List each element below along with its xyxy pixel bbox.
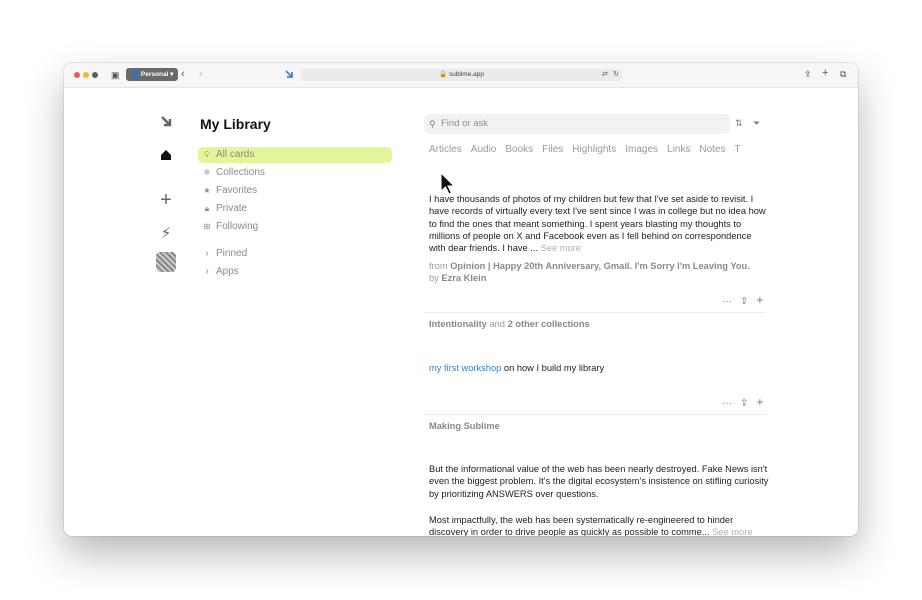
sidebar-item-private[interactable]: 🔒︎ Private — [198, 201, 247, 217]
sidebar-item-all-cards[interactable]: 💡︎ All cards — [198, 147, 392, 163]
more-icon[interactable]: ··· — [722, 296, 732, 307]
minimize-window-button[interactable] — [83, 72, 89, 78]
close-window-button[interactable] — [74, 72, 80, 78]
browser-window: ▣ 👤 Personal ▾ ‹ › 🔒 sublime.app ⇄ ↻ ⇪ +… — [64, 63, 858, 536]
new-tab-icon[interactable]: + — [822, 68, 828, 79]
from-prefix: from — [429, 261, 448, 271]
browser-toolbar: ▣ 👤 Personal ▾ ‹ › 🔒 sublime.app ⇄ ↻ ⇪ +… — [64, 63, 858, 88]
chevron-right-icon: › — [205, 248, 209, 259]
card-body[interactable]: my first workshop on how I build my libr… — [429, 362, 769, 374]
profile-button[interactable]: 👤 Personal ▾ — [126, 68, 179, 81]
author-name[interactable]: Ezra Klein — [441, 273, 486, 283]
filter-icon[interactable]: ⏷ — [753, 118, 760, 129]
mouse-cursor-icon — [440, 172, 456, 195]
sort-icon[interactable]: ⇅ — [735, 118, 743, 129]
back-icon[interactable]: ‹ — [181, 69, 185, 80]
translate-icon[interactable]: ⇄ — [602, 70, 608, 80]
sidebar-item-pinned[interactable]: › Pinned — [198, 246, 247, 262]
type-tabs: Articles Audio Books Files Highlights Images L… — [429, 144, 769, 160]
card-text: But the informational value of the web h… — [429, 464, 769, 499]
divider — [424, 312, 766, 313]
share-icon[interactable]: ⇪ — [804, 69, 812, 79]
avatar[interactable] — [156, 252, 176, 272]
page-title: My Library — [200, 116, 271, 132]
tab-books[interactable]: Books — [505, 144, 533, 155]
add-icon[interactable]: + — [756, 293, 763, 307]
profile-label: Personal — [140, 71, 169, 78]
card-text: I have thousands of photos of my childre… — [429, 194, 766, 254]
zoom-window-button[interactable] — [92, 72, 98, 78]
share-icon[interactable]: ⇪ — [740, 398, 748, 409]
sublime-favicon-icon — [285, 70, 293, 78]
address-bar[interactable]: 🔒 sublime.app — [301, 69, 622, 81]
add-icon[interactable]: + — [156, 190, 176, 210]
sidebar-item-label: Pinned — [216, 248, 248, 259]
tab-highlights[interactable]: Highlights — [572, 144, 616, 155]
sidebar-item-label: Favorites — [216, 185, 258, 196]
sidebar-item-collections[interactable]: ⁜ Collections — [198, 165, 265, 181]
collection-sep: and — [489, 319, 505, 329]
following-icon: ⊞ — [203, 222, 211, 231]
sidebar-item-apps[interactable]: › Apps — [198, 264, 239, 280]
by-prefix: by — [429, 273, 439, 284]
bulb-icon: 💡︎ — [204, 150, 210, 159]
card-body[interactable]: I have thousands of photos of my childre… — [429, 193, 769, 254]
sublime-logo-icon[interactable] — [156, 114, 176, 134]
tab-images[interactable]: Images — [625, 144, 658, 155]
lock-icon: 🔒︎ — [204, 204, 210, 213]
search-input[interactable]: ⚲ Find or ask — [424, 114, 730, 134]
sidebar-item-label: Collections — [216, 167, 265, 178]
other-collections-link[interactable]: 2 other collections — [508, 319, 590, 329]
workshop-link[interactable]: my first workshop — [429, 363, 501, 373]
card-text: on how I build my library — [503, 363, 605, 373]
divider — [424, 414, 766, 415]
tab-more[interactable]: T — [735, 144, 741, 155]
card-collections: Intentionality and 2 other collections — [429, 319, 590, 329]
see-more-link[interactable]: See more — [712, 527, 752, 536]
chevron-right-icon: › — [205, 266, 209, 277]
search-icon: ⚲ — [429, 119, 436, 129]
collections-icon: ⁜ — [203, 168, 211, 177]
more-icon[interactable]: ··· — [722, 398, 732, 409]
see-more-link[interactable]: See more — [541, 243, 581, 253]
add-icon[interactable]: + — [756, 395, 763, 409]
sidebar-item-label: All cards — [216, 149, 255, 160]
sidebar-item-label: Following — [216, 221, 259, 232]
tab-overview-icon[interactable]: ⧉ — [840, 69, 846, 79]
source-title[interactable]: Opinion | Happy 20th Anniversary, Gmail.… — [450, 261, 750, 271]
lightning-icon[interactable]: ⚡︎ — [156, 224, 176, 244]
sidebar-item-label: Apps — [216, 266, 239, 277]
sidebar-toggle-icon[interactable]: ▣ — [111, 70, 120, 80]
search-placeholder: Find or ask — [441, 118, 488, 129]
card-collections: Making Sublime — [429, 421, 500, 431]
reload-icon[interactable]: ↻ — [613, 70, 619, 80]
sidebar-item-favorites[interactable]: ★ Favorites — [198, 183, 257, 199]
share-icon[interactable]: ⇪ — [740, 296, 748, 307]
collection-link[interactable]: Making Sublime — [429, 421, 500, 431]
tab-files[interactable]: Files — [542, 144, 563, 155]
card-body[interactable]: Most impactfully, the web has been syste… — [429, 514, 769, 536]
tab-links[interactable]: Links — [667, 144, 690, 155]
url-text: sublime.app — [448, 71, 484, 78]
collection-link[interactable]: Intentionality — [429, 319, 487, 329]
tab-articles[interactable]: Articles — [429, 144, 462, 155]
tab-audio[interactable]: Audio — [471, 144, 497, 155]
forward-icon[interactable]: › — [199, 69, 203, 80]
card-actions: ··· ⇪ + — [714, 395, 763, 409]
tab-notes[interactable]: Notes — [699, 144, 725, 155]
card-source: from Opinion | Happy 20th Anniversary, G… — [429, 260, 769, 285]
sidebar-item-label: Private — [216, 203, 248, 214]
card-text: Most impactfully, the web has been syste… — [429, 515, 734, 536]
star-icon: ★ — [203, 186, 211, 195]
home-icon[interactable] — [156, 148, 176, 168]
card-actions: ··· ⇪ + — [714, 293, 763, 307]
card-body[interactable]: But the informational value of the web h… — [429, 463, 769, 500]
sidebar-item-following[interactable]: ⊞ Following — [198, 219, 259, 235]
